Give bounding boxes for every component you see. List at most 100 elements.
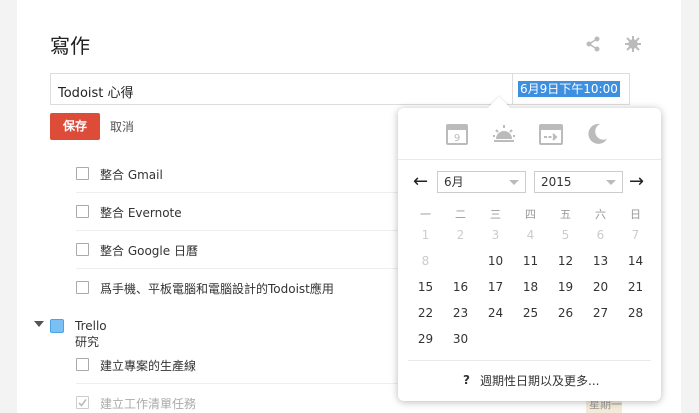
month-nav: ← 6月 2015 → (398, 170, 661, 194)
task-label: 整合 Gmail (100, 168, 163, 182)
calendar-day-number: 30 (452, 332, 469, 346)
weekday-label: 五 (560, 208, 571, 221)
calendar-day[interactable]: 19 (548, 275, 583, 299)
calendar-day[interactable]: 14 (618, 249, 653, 273)
calendar-day[interactable]: 8 (408, 249, 443, 273)
calendar-day[interactable]: 17 (478, 275, 513, 299)
calendar-day-number: 1 (421, 228, 430, 242)
calendar-day[interactable]: 4 (513, 223, 548, 247)
subtask-row[interactable]: 建立專案的生產線 (76, 346, 406, 384)
weekday-label: 日 (630, 208, 641, 221)
calendar-day-number: 11 (522, 254, 539, 268)
calendar-day-number: 5 (561, 228, 570, 242)
task-checkbox[interactable] (76, 243, 89, 256)
task-checkbox-checked[interactable] (76, 396, 89, 409)
calendar-day-number: 3 (491, 228, 500, 242)
calendar-day-number: 22 (417, 306, 434, 320)
calendar-day-number: 17 (487, 280, 504, 294)
calendar-day[interactable]: 22 (408, 301, 443, 325)
recurring-dates-label: 週期性日期以及更多... (480, 374, 600, 388)
cancel-link[interactable]: 取消 (110, 118, 134, 135)
task-row[interactable]: 爲手機、平板電腦和電腦設計的Todoist應用 (76, 269, 406, 307)
year-select-value: 2015 (541, 175, 572, 189)
due-date-field[interactable]: 6月9日下午10:00 (512, 74, 630, 104)
calendar-day[interactable]: 6 (583, 223, 618, 247)
calendar-day-number: 7 (631, 228, 640, 242)
collapse-chevron-icon[interactable] (34, 321, 44, 327)
project-color-swatch (50, 319, 64, 333)
calendar-day[interactable]: 2 (443, 223, 478, 247)
task-row[interactable]: 整合 Google 日曆 (76, 231, 406, 269)
today-badge: 9 (454, 133, 460, 144)
weekday-label: 二 (455, 208, 466, 221)
settings-icon[interactable] (625, 36, 641, 52)
calendar-day-number: 8 (421, 254, 430, 268)
today-icon[interactable]: 9 (445, 122, 469, 146)
task-checkbox[interactable] (76, 205, 89, 218)
chevron-down-icon (606, 180, 616, 185)
calendar-day[interactable]: 12 (548, 249, 583, 273)
next-month-arrow[interactable]: → (629, 170, 644, 194)
calendar-day-number: 6 (596, 228, 605, 242)
calendar-day[interactable]: 10 (478, 249, 513, 273)
prev-month-arrow[interactable]: ← (413, 170, 428, 194)
calendar-day-number: 16 (452, 280, 469, 294)
task-row[interactable]: 整合 Gmail (76, 155, 406, 193)
subtask-row[interactable]: 建立工作清單任務 (76, 384, 406, 413)
no-date-moon-icon[interactable] (585, 122, 609, 146)
calendar-day[interactable]: 26 (548, 301, 583, 325)
due-date-text: 6月9日下午10:00 (518, 81, 620, 97)
calendar-day[interactable]: 15 (408, 275, 443, 299)
calendar-day-number: 15 (417, 280, 434, 294)
calendar-day[interactable]: 30 (443, 327, 478, 351)
calendar-day[interactable]: 11 (513, 249, 548, 273)
calendar-day[interactable]: 13 (583, 249, 618, 273)
calendar-day[interactable]: 24 (478, 301, 513, 325)
calendar-day-number: 26 (557, 306, 574, 320)
next-week-icon[interactable] (539, 122, 563, 146)
help-icon: ? (463, 373, 470, 387)
calendar-day[interactable]: 3 (478, 223, 513, 247)
task-input-text: Todoist 心得 (58, 86, 134, 101)
calendar-day[interactable]: 5 (548, 223, 583, 247)
calendar-day-number: 18 (522, 280, 539, 294)
weekday-label: 六 (595, 208, 606, 221)
calendar-day[interactable]: 7 (618, 223, 653, 247)
task-row[interactable]: 整合 Evernote (76, 193, 406, 231)
weekday-label: 三 (490, 208, 501, 221)
task-checkbox[interactable] (76, 358, 89, 371)
calendar-day-selected[interactable]: 9 (443, 249, 478, 273)
calendar-day-number: 27 (592, 306, 609, 320)
calendar-day[interactable]: 27 (583, 301, 618, 325)
save-button[interactable]: 保存 (50, 113, 100, 140)
calendar-day-number: 13 (592, 254, 609, 268)
task-input[interactable]: Todoist 心得 6月9日下午10:00 (50, 73, 630, 105)
calendar-day[interactable]: 23 (443, 301, 478, 325)
calendar-day[interactable]: 21 (618, 275, 653, 299)
share-icon[interactable] (585, 36, 601, 52)
year-select[interactable]: 2015 (534, 171, 623, 193)
calendar-day[interactable]: 1 (408, 223, 443, 247)
calendar-day[interactable]: 29 (408, 327, 443, 351)
recurring-dates-link[interactable]: ? 週期性日期以及更多... (408, 360, 651, 392)
calendar-day[interactable]: 18 (513, 275, 548, 299)
chevron-down-icon (509, 180, 519, 185)
calendar-day-number: 19 (557, 280, 574, 294)
calendar-day-number: 10 (487, 254, 504, 268)
calendar-day-number: 24 (487, 306, 504, 320)
task-checkbox[interactable] (76, 167, 89, 180)
task-label: 建立專案的生產線 (100, 359, 197, 373)
calendar-day[interactable]: 16 (443, 275, 478, 299)
task-label: 爲手機、平板電腦和電腦設計的Todoist應用 (100, 282, 334, 296)
date-picker-popup: 9 ← 6月 2015 → 一 二 三 四 五 六 日 1 2 3 4 5 6 … (398, 96, 661, 401)
page-title: 寫作 (50, 34, 90, 58)
weekday-label: 四 (525, 208, 536, 221)
tomorrow-sun-icon[interactable] (492, 122, 516, 146)
calendar-day[interactable]: 28 (618, 301, 653, 325)
month-select[interactable]: 6月 (437, 171, 526, 193)
calendar-day[interactable]: 20 (583, 275, 618, 299)
calendar-day[interactable]: 25 (513, 301, 548, 325)
weekday-label: 一 (420, 208, 431, 221)
task-checkbox[interactable] (76, 281, 89, 294)
calendar-day-number: 14 (627, 254, 644, 268)
